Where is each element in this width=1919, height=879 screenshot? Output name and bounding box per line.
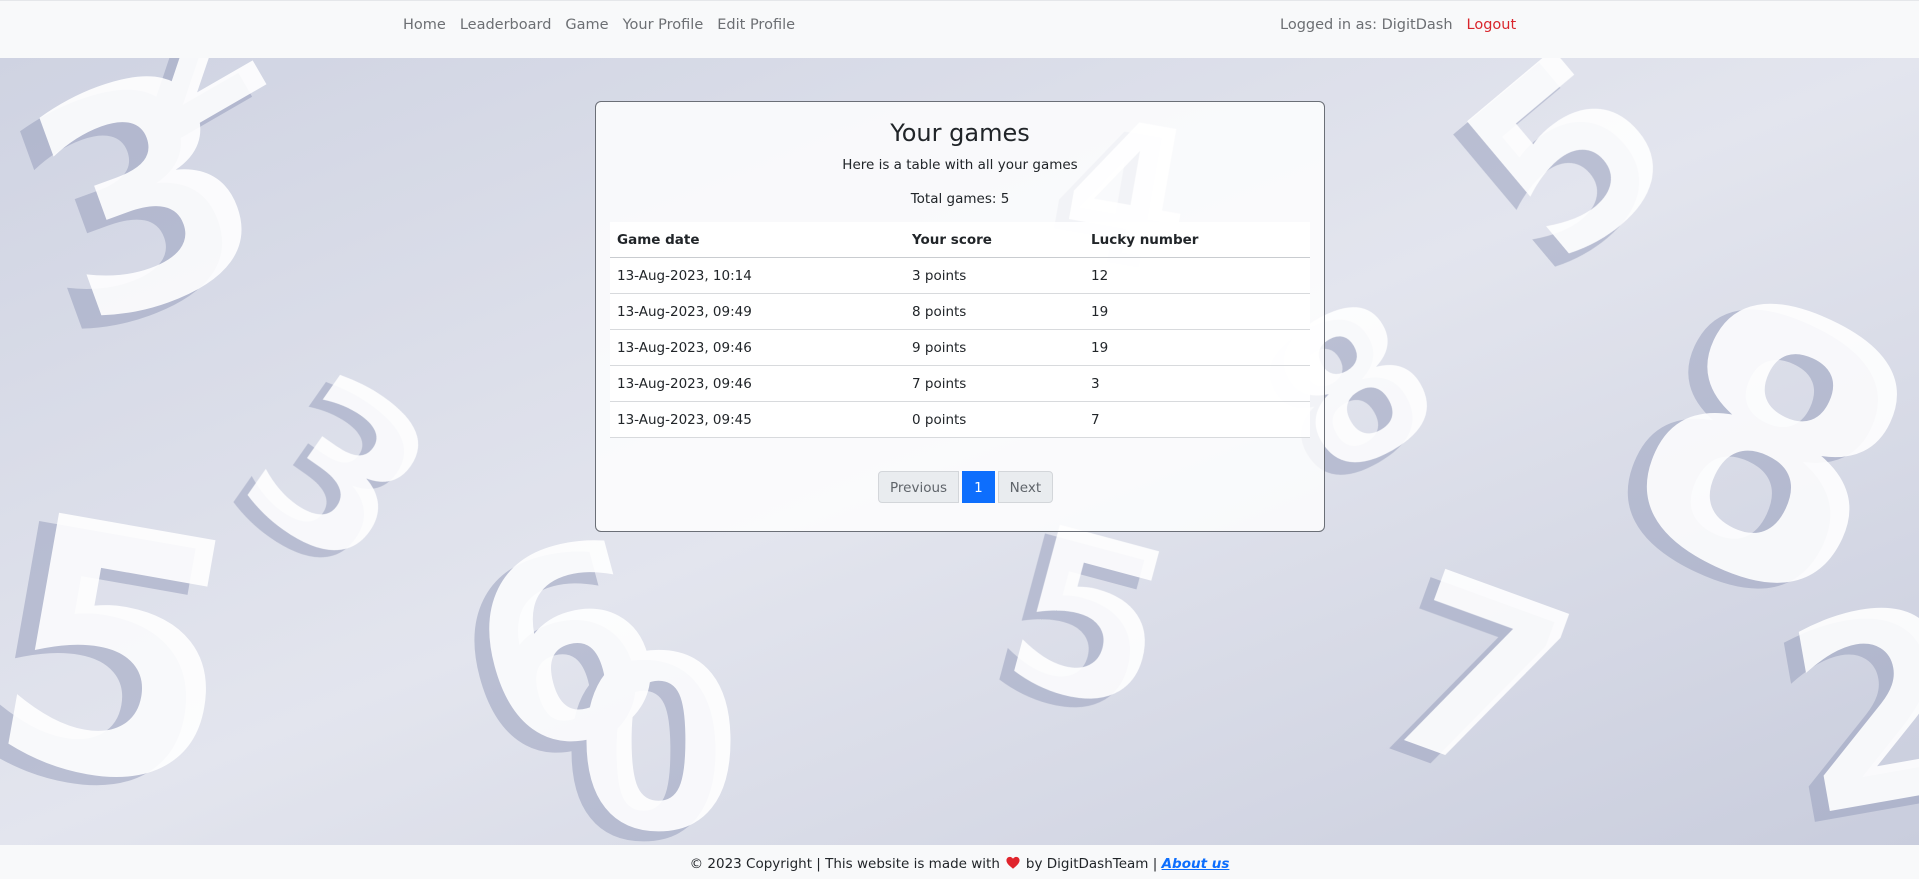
cell-lucky-number: 12 [1084,257,1310,294]
cell-game-date: 13-Aug-2023, 09:46 [610,365,905,402]
table-row: 13-Aug-2023, 09:46 7 points 3 [610,365,1310,402]
logged-in-text: Logged in as: DigitDash [1280,17,1453,33]
cell-lucky-number: 7 [1084,401,1310,438]
header-game-date: Game date [610,222,905,258]
page-title: Your games [890,119,1030,147]
total-games-text: Total games: 5 [910,191,1010,207]
cell-score: 3 points [905,257,1084,294]
header-your-score: Your score [905,222,1084,258]
table-row: 13-Aug-2023, 09:49 8 points 19 [610,293,1310,330]
table-header-row: Game date Your score Lucky number [610,222,1310,258]
footer-team-text: by DigitDashTeam | [1025,856,1158,872]
footer-copyright-text: © 2023 Copyright | This website is made … [689,856,1000,872]
about-us-link[interactable]: About us [1162,856,1230,872]
cell-lucky-number: 19 [1084,293,1310,330]
games-table: Game date Your score Lucky number 13-Aug… [610,222,1310,438]
cell-score: 0 points [905,401,1084,438]
nav-your-profile-link[interactable]: Your Profile [616,16,711,34]
table-row: 13-Aug-2023, 09:45 0 points 7 [610,401,1310,438]
heart-icon [1006,856,1020,869]
cell-game-date: 13-Aug-2023, 10:14 [610,257,905,294]
page-1-button[interactable]: 1 [962,471,995,503]
nav-home-link[interactable]: Home [403,16,453,34]
nav-game-link[interactable]: Game [558,16,615,34]
cell-score: 9 points [905,329,1084,366]
cell-game-date: 13-Aug-2023, 09:46 [610,329,905,366]
cell-lucky-number: 19 [1084,329,1310,366]
cell-game-date: 13-Aug-2023, 09:49 [610,293,905,330]
cell-score: 7 points [905,365,1084,402]
games-card: Your games Here is a table with all your… [595,101,1325,532]
pagination: Previous 1 Next [878,471,1054,503]
top-navbar: Home Leaderboard Game Your Profile Edit … [0,0,1919,58]
table-row: 13-Aug-2023, 09:46 9 points 19 [610,329,1310,366]
header-lucky-number: Lucky number [1084,222,1310,258]
svg-text:0: 0 [575,605,742,845]
footer: © 2023 Copyright | This website is made … [0,845,1919,879]
nav-leaderboard-link[interactable]: Leaderboard [453,16,559,34]
nav-edit-profile-link[interactable]: Edit Profile [710,16,802,34]
cell-score: 8 points [905,293,1084,330]
next-page-button[interactable]: Next [997,471,1054,503]
cell-game-date: 13-Aug-2023, 09:45 [610,401,905,438]
cell-lucky-number: 3 [1084,365,1310,402]
logout-link[interactable]: Logout [1467,16,1517,34]
previous-page-button[interactable]: Previous [878,471,960,503]
nav-user-area: Logged in as: DigitDash Logout [1280,16,1516,34]
page-subtitle: Here is a table with all your games [842,157,1078,173]
table-row: 13-Aug-2023, 10:14 3 points 12 [610,257,1310,294]
nav-links: Home Leaderboard Game Your Profile Edit … [403,16,802,34]
